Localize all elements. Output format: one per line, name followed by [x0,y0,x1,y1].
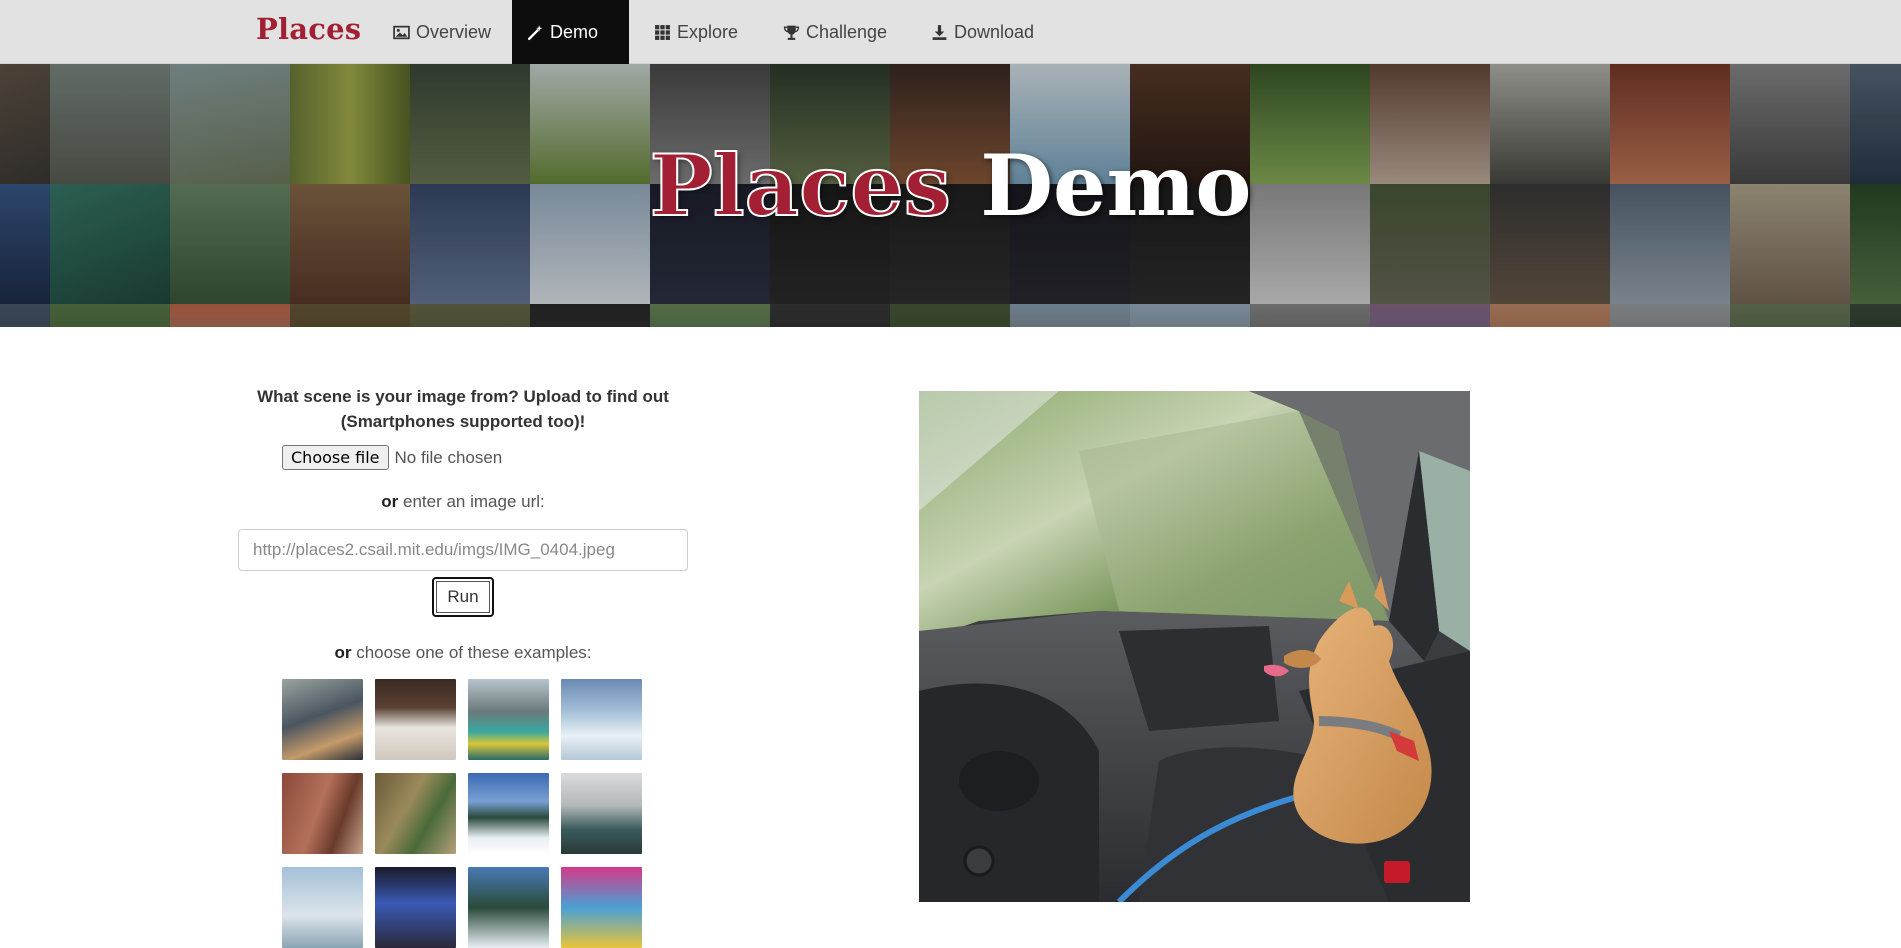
url-or-line: or enter an image url: [238,492,688,512]
nav-download-label: Download [954,21,1035,42]
image-url-input[interactable] [238,529,688,571]
example-thumbnail[interactable] [468,679,549,760]
picture-icon [393,25,410,39]
example-thumbnail[interactable] [282,773,363,854]
examples-or-line: or choose one of these examples: [238,643,688,663]
or-label-examples: or [334,643,352,662]
hero-title-rest: Demo [950,136,1252,235]
nav-overview-label: Overview [416,21,492,42]
file-upload-row: Choose file No file chosen [282,445,502,470]
run-button[interactable]: Run [432,577,494,617]
example-thumbnail[interactable] [561,679,642,760]
or-label: or [381,492,399,511]
example-thumbnail[interactable] [375,679,456,760]
choose-file-button[interactable]: Choose file [282,445,389,470]
nav-challenge-label: Challenge [806,21,888,42]
nav-challenge[interactable]: Challenge [768,0,902,64]
magic-wand-icon [527,24,543,40]
nav-demo-label: Demo [550,21,599,42]
hero-banner: Places Demo [0,64,1901,327]
hero-title: Places Demo [0,143,1901,229]
nav-demo[interactable]: Demo [512,0,629,64]
upload-prompt: What scene is your image from? Upload to… [238,384,688,434]
example-thumbnail[interactable] [375,867,456,948]
file-status: No file chosen [394,447,503,467]
nav-download[interactable]: Download [916,0,1049,64]
hero-title-accent: Places [649,136,952,235]
nav-explore[interactable]: Explore [639,0,753,64]
example-thumbnail[interactable] [468,867,549,948]
top-navbar: Places Overview Demo Explore Challenge D… [0,0,1901,64]
example-thumbnail[interactable] [561,773,642,854]
example-thumbnail[interactable] [282,679,363,760]
example-thumbnail[interactable] [375,773,456,854]
grid-icon [655,24,670,40]
examples-prompt: choose one of these examples: [351,643,592,662]
upload-prompt-line2: (Smartphones supported too)! [340,412,586,431]
nav-explore-label: Explore [677,21,739,42]
example-thumbnail[interactable] [561,867,642,948]
dog-in-car-photo [919,391,1470,902]
example-thumbnail[interactable] [282,867,363,948]
brand-logo[interactable]: Places [256,12,361,46]
upload-prompt-line1: What scene is your image from? Upload to… [257,387,669,406]
url-prompt: enter an image url: [398,492,545,511]
nav-overview[interactable]: Overview [378,0,506,64]
download-icon [932,24,947,40]
trophy-icon [783,25,800,40]
example-thumbnails [282,679,642,948]
uploaded-image-preview [919,391,1470,902]
example-thumbnail[interactable] [468,773,549,854]
